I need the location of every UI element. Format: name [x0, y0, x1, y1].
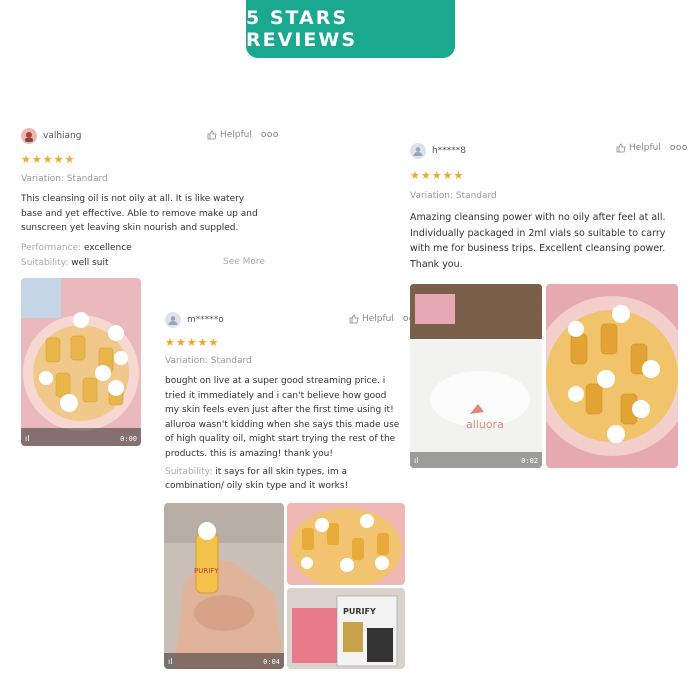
default-avatar-icon — [413, 147, 423, 156]
star-rating: ★★★★★ — [165, 336, 220, 349]
performance-key: Performance: — [21, 243, 82, 253]
cleansing-vials-bowl-image — [21, 278, 141, 446]
review-image[interactable] — [546, 284, 678, 468]
review-text: This cleansing oil is not oily at all. I… — [21, 194, 258, 233]
review-text: bought on live at a super good streaming… — [165, 376, 400, 459]
helpful-label: Helpful — [362, 314, 394, 324]
suitability-row: Suitability: it says for all skin types,… — [165, 465, 405, 493]
thumbs-up-icon — [207, 130, 217, 140]
variation-label: Variation: Standard — [21, 174, 108, 184]
helpful-label: Helpful — [220, 130, 252, 140]
performance-row: Performance: excellence — [21, 241, 132, 255]
brand-label: alluora — [466, 418, 504, 431]
avatar[interactable] — [165, 312, 181, 328]
video-icon: ıl — [25, 434, 30, 443]
vials-in-bowl-image — [546, 284, 678, 468]
suitability-value: well suit — [71, 258, 109, 268]
more-options-icon[interactable]: ooo — [261, 130, 279, 140]
username: valhiang — [43, 131, 82, 141]
video-duration: 0:02 — [521, 457, 538, 465]
variation-label: Variation: Standard — [410, 191, 497, 201]
banner-title: 5 STARS REVIEWS — [246, 7, 358, 51]
alluora-box-image — [410, 284, 542, 468]
variation-label: Variation: Standard — [165, 356, 252, 366]
username: m*****o — [187, 315, 224, 325]
helpful-button[interactable]: Helpful ooo — [616, 143, 688, 153]
avatar[interactable] — [410, 143, 426, 159]
review-image[interactable] — [287, 503, 405, 585]
vials-in-bowl-image — [287, 503, 405, 585]
helpful-button[interactable]: Helpful oo — [349, 314, 415, 324]
svg-text:PURIFY: PURIFY — [343, 607, 376, 616]
performance-value: excellence — [83, 243, 132, 253]
helpful-label: Helpful — [629, 143, 661, 153]
video-icon: ıl — [414, 456, 419, 465]
avatar[interactable] — [21, 128, 37, 144]
more-options-icon[interactable]: ooo — [670, 143, 688, 153]
see-more-link[interactable]: See More — [223, 257, 265, 267]
suitability-key: Suitability: — [21, 258, 69, 268]
star-rating: ★★★★★ — [410, 169, 465, 182]
review-text: Amazing cleansing power with no oily aft… — [410, 212, 666, 270]
product-packaging-image: PURIFY — [287, 588, 405, 669]
helpful-button[interactable]: Helpful ooo — [207, 130, 279, 140]
review-image[interactable]: PURIFY — [287, 588, 405, 669]
svg-text:PURIFY: PURIFY — [194, 567, 219, 575]
review-video[interactable]: ıl 0:00 — [21, 278, 141, 446]
reviews-banner: 5 STARS REVIEWS — [246, 0, 455, 58]
suitability-key: Suitability: — [165, 467, 213, 477]
review-video[interactable]: PURIFY ıl 0:04 — [164, 503, 284, 669]
username: h*****8 — [432, 146, 466, 156]
hand-holding-vial-image: PURIFY — [164, 503, 284, 669]
avatar-icon — [25, 132, 33, 142]
thumbs-up-icon — [349, 314, 359, 324]
video-icon: ıl — [168, 657, 173, 666]
star-rating: ★★★★★ — [21, 153, 76, 166]
review-video[interactable]: alluora ıl 0:02 — [410, 284, 542, 468]
suitability-row: Suitability: well suit — [21, 256, 108, 270]
thumbs-up-icon — [616, 143, 626, 153]
video-duration: 0:00 — [120, 435, 137, 443]
default-avatar-icon — [168, 316, 178, 325]
video-duration: 0:04 — [263, 658, 280, 666]
